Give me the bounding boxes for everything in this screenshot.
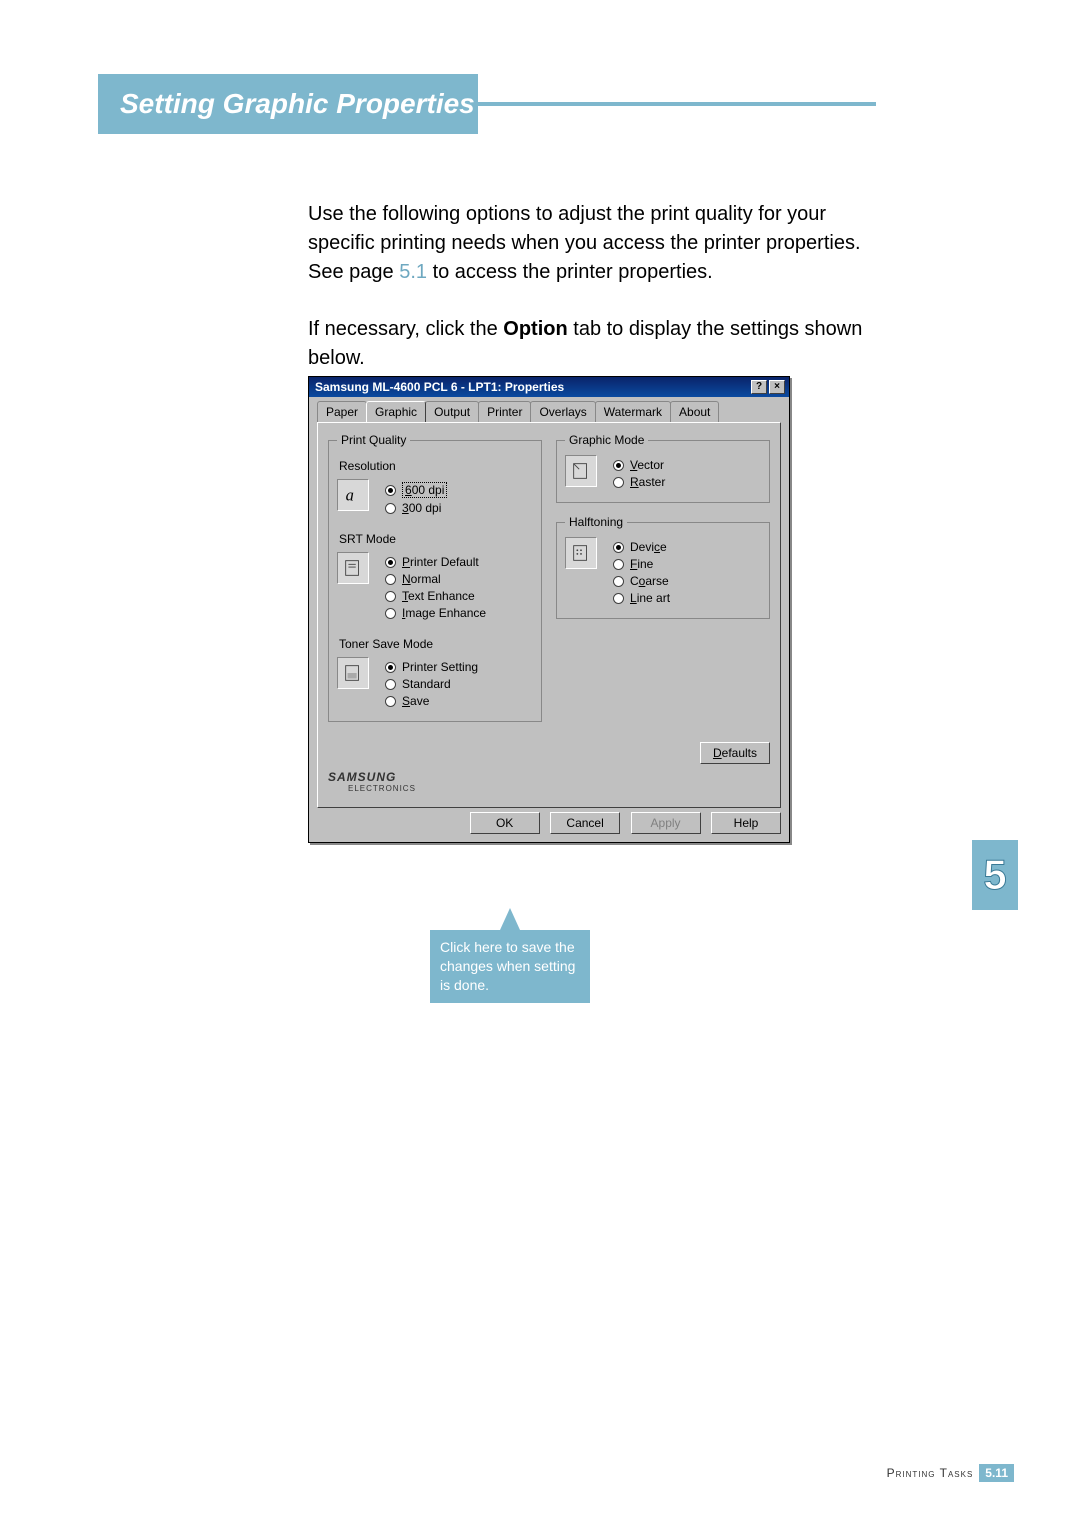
tab-about[interactable]: About <box>670 401 719 422</box>
radio-printer-setting[interactable]: Printer Setting <box>385 660 533 674</box>
tab-panel-graphic: Print Quality Resolution a 6600 dpi00 dp… <box>317 422 781 808</box>
tab-strip: Paper Graphic Output Printer Overlays Wa… <box>317 401 781 422</box>
print-quality-group: Print Quality Resolution a 6600 dpi00 dp… <box>328 433 542 722</box>
footer-section: Printing Tasks <box>887 1466 974 1480</box>
intro-text: Use the following options to adjust the … <box>308 200 876 373</box>
intro-paragraph-2: If necessary, click the Option tab to di… <box>308 315 876 373</box>
radio-coarse[interactable]: Coarse <box>613 574 761 588</box>
resolution-icon: a <box>337 479 369 511</box>
dialog-titlebar: Samsung ML-4600 PCL 6 - LPT1: Properties… <box>309 377 789 397</box>
radio-image-enhance[interactable]: Image Enhance <box>385 606 533 620</box>
dialog-title: Samsung ML-4600 PCL 6 - LPT1: Properties <box>315 380 749 394</box>
radio-save[interactable]: Save <box>385 694 533 708</box>
radio-text-enhance[interactable]: Text Enhance <box>385 589 533 603</box>
halftoning-group: Halftoning Device Fine Coarse Line art <box>556 515 770 619</box>
radio-printer-default[interactable]: Printer Default <box>385 555 533 569</box>
logo-text: SAMSUNG <box>328 770 770 784</box>
brand-logo: SAMSUNG ELECTRONICS <box>328 770 770 793</box>
cancel-button[interactable]: Cancel <box>550 812 620 834</box>
heading-rule <box>478 102 876 106</box>
page-footer: Printing Tasks 5.11 <box>887 1464 1014 1482</box>
tab-watermark[interactable]: Watermark <box>595 401 671 422</box>
chapter-number: 5 <box>983 851 1006 899</box>
radio-300dpi[interactable]: 300 dpi <box>385 501 533 515</box>
radio-600dpi[interactable]: 6600 dpi00 dpi <box>385 482 533 498</box>
tab-printer[interactable]: Printer <box>478 401 531 422</box>
graphic-mode-icon <box>565 455 597 487</box>
srt-icon <box>337 552 369 584</box>
chapter-thumb-tab: 5 <box>972 840 1018 910</box>
tab-output[interactable]: Output <box>425 401 479 422</box>
dialog-body: Paper Graphic Output Printer Overlays Wa… <box>309 397 789 842</box>
resolution-label: Resolution <box>339 459 533 473</box>
footer-page-number: 5.11 <box>979 1464 1014 1482</box>
section-heading-bar: Setting Graphic Properties <box>98 74 478 134</box>
srt-mode-label: SRT Mode <box>339 532 533 546</box>
svg-text:a: a <box>346 486 354 505</box>
text: to access the printer properties. <box>427 261 713 283</box>
section-heading: Setting Graphic Properties <box>120 88 475 120</box>
radio-standard[interactable]: Standard <box>385 677 533 691</box>
graphic-mode-legend: Graphic Mode <box>565 433 648 447</box>
halftoning-legend: Halftoning <box>565 515 627 529</box>
text: If necessary, click the <box>308 318 503 340</box>
help-icon[interactable]: ? <box>751 380 767 394</box>
option-tab-name: Option <box>503 318 567 340</box>
ok-callout: Click here to save the changes when sett… <box>430 930 590 1003</box>
apply-button[interactable]: Apply <box>631 812 701 834</box>
radio-line-art[interactable]: Line art <box>613 591 761 605</box>
logo-subtext: ELECTRONICS <box>348 784 770 793</box>
print-quality-legend: Print Quality <box>337 433 410 447</box>
help-button[interactable]: Help <box>711 812 781 834</box>
close-icon[interactable]: × <box>769 380 785 394</box>
tab-graphic[interactable]: Graphic <box>366 401 426 422</box>
toner-save-label: Toner Save Mode <box>339 637 533 651</box>
graphic-mode-group: Graphic Mode Vector Raster <box>556 433 770 503</box>
radio-raster[interactable]: Raster <box>613 475 761 489</box>
radio-vector[interactable]: Vector <box>613 458 761 472</box>
toner-icon <box>337 657 369 689</box>
radio-fine[interactable]: Fine <box>613 557 761 571</box>
halftoning-icon <box>565 537 597 569</box>
properties-dialog: Samsung ML-4600 PCL 6 - LPT1: Properties… <box>308 376 790 843</box>
ok-button[interactable]: OK <box>470 812 540 834</box>
intro-paragraph-1: Use the following options to adjust the … <box>308 200 876 287</box>
tab-overlays[interactable]: Overlays <box>530 401 595 422</box>
defaults-button[interactable]: Defaults <box>700 742 770 764</box>
page-ref-link[interactable]: 5.1 <box>399 261 427 283</box>
radio-normal[interactable]: Normal <box>385 572 533 586</box>
tab-paper[interactable]: Paper <box>317 401 367 422</box>
radio-device[interactable]: Device <box>613 540 761 554</box>
